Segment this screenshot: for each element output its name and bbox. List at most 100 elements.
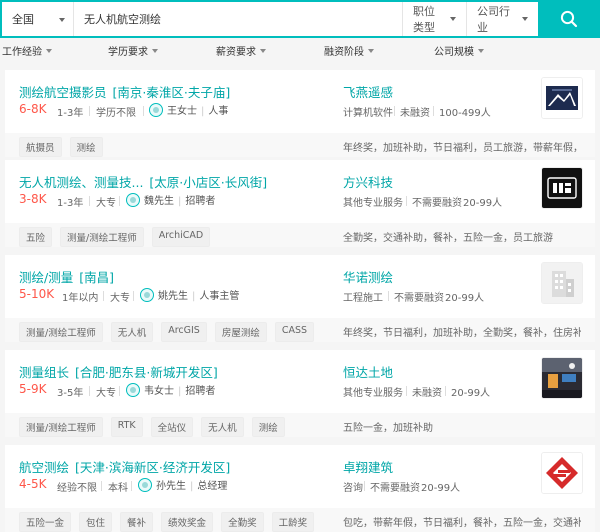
job-title: 航空测绘 xyxy=(19,460,70,475)
company-logo-image xyxy=(542,358,582,398)
company-industry: 计算机软件 xyxy=(343,108,393,119)
company-name-link[interactable]: 飞燕遥感 xyxy=(343,82,393,101)
company-logo[interactable] xyxy=(541,262,583,304)
job-title-link[interactable]: 测绘航空摄影员 [南京·秦淮区·夫子庙] xyxy=(19,82,230,101)
company-industry: 其他专业服务 xyxy=(343,388,403,399)
job-title-link[interactable]: 无人机测绘、测量技... [太原·小店区·长风街] xyxy=(19,172,267,191)
skill-tag: 五险 xyxy=(19,227,53,247)
company-industry: 其他专业服务 xyxy=(343,198,403,209)
skill-tag: ArcGIS xyxy=(161,322,207,342)
divider xyxy=(445,386,446,396)
job-card-main: 无人机测绘、测量技... [太原·小店区·长风街] 3-8K 1-3年 大专 魏先… xyxy=(5,160,595,223)
recruiter-role: 招聘者 xyxy=(178,382,215,397)
job-experience: 1-3年 xyxy=(57,198,84,209)
company-industry: 咨询 xyxy=(343,483,363,494)
job-location: [合肥·肥东县·新城开发区] xyxy=(75,365,218,380)
skill-tag: 航摄员 xyxy=(19,137,62,157)
filter-experience[interactable]: 工作经验 xyxy=(2,43,52,58)
company-logo[interactable] xyxy=(541,357,583,399)
city-select[interactable]: 全国 xyxy=(2,2,74,36)
skill-tag: CASS xyxy=(274,322,315,342)
company-name-link[interactable]: 方兴科技 xyxy=(343,172,393,191)
divider xyxy=(143,106,144,116)
job-experience: 1年以内 xyxy=(62,293,99,304)
skill-tags: 测量/测绘工程师 RTK 全站仪 无人机 测绘 xyxy=(19,417,285,437)
job-card[interactable]: 测绘/测量 [南昌] 5-10K 1年以内 大专 姚先生 人事主管 华诺测绘 工程… xyxy=(5,255,595,342)
recruiter[interactable]: 孙先生 总经理 xyxy=(138,477,227,492)
skill-tags: 测量/测绘工程师 无人机 ArcGIS 房屋测绘 CASS xyxy=(19,322,315,342)
job-title: 测量组长 xyxy=(19,365,70,380)
job-salary: 4-5K xyxy=(19,477,47,491)
job-title-link[interactable]: 测绘/测量 [南昌] xyxy=(19,267,114,286)
recruiter-name: 姚先生 xyxy=(158,291,188,302)
filter-bar: 工作经验 学历要求 薪资要求 融资阶段 公司规模 xyxy=(0,40,600,60)
skill-tag: 全勤奖 xyxy=(221,512,264,532)
caret-down-icon xyxy=(450,17,456,21)
recruiter[interactable]: 王女士 人事 xyxy=(149,102,228,117)
job-card[interactable]: 测绘航空摄影员 [南京·秦淮区·夫子庙] 6-8K 1-3年 学历不限 王女士 人… xyxy=(5,70,595,157)
job-education: 学历不限 xyxy=(96,108,136,119)
company-name-link[interactable]: 华诺测绘 xyxy=(343,267,393,286)
company-name-link[interactable]: 卓翔建筑 xyxy=(343,457,393,476)
skill-tag: 工龄奖 xyxy=(271,512,315,532)
recruiter[interactable]: 姚先生 人事主管 xyxy=(140,287,239,302)
benefits: 全勤奖，交通补助，餐补，五险一金，员工旅游 xyxy=(343,233,553,244)
skill-tags: 航摄员 测绘 xyxy=(19,137,103,157)
company-size: 20-99人 xyxy=(451,388,491,399)
filter-company-size[interactable]: 公司规模 xyxy=(434,43,484,58)
job-card-footer: 五险 测量/测绘工程师 ArchiCAD 全勤奖，交通补助，餐补，五险一金，员工… xyxy=(5,223,595,247)
recruiter[interactable]: 韦女士 招聘者 xyxy=(126,382,215,397)
job-title-link[interactable]: 航空测绘 [天津·滨海新区·经济开发区] xyxy=(19,457,230,476)
recruiter-avatar xyxy=(126,382,140,397)
filter-education[interactable]: 学历要求 xyxy=(108,43,158,58)
company-funding: 不需要融资 xyxy=(412,198,462,209)
job-experience: 1-3年 xyxy=(57,108,84,119)
company-size: 20-99人 xyxy=(421,483,461,494)
divider xyxy=(103,291,104,301)
job-card[interactable]: 测量组长[合肥·肥东县·新城开发区] 5-9K 3-5年 大专 韦女士 招聘者 … xyxy=(5,350,595,437)
company-name-link[interactable]: 恒达土地 xyxy=(343,362,393,381)
search-input[interactable]: 无人机航空测绘 xyxy=(74,2,402,36)
divider xyxy=(131,481,132,491)
divider xyxy=(89,196,90,206)
company-logo[interactable] xyxy=(541,77,583,119)
filter-salary[interactable]: 薪资要求 xyxy=(216,43,266,58)
recruiter-avatar xyxy=(140,287,154,302)
skill-tag: 无人机 xyxy=(110,322,154,342)
recruiter-name: 魏先生 xyxy=(144,196,174,207)
company-logo[interactable] xyxy=(541,452,583,494)
filter-label: 薪资要求 xyxy=(216,47,256,58)
divider xyxy=(119,196,120,206)
company-logo[interactable] xyxy=(541,167,583,209)
search-button[interactable] xyxy=(538,0,600,38)
job-card-main: 航空测绘 [天津·滨海新区·经济开发区] 4-5K 经验不限 本科 孙先生 总经理… xyxy=(5,445,595,508)
divider xyxy=(133,291,134,301)
divider xyxy=(89,106,90,116)
benefits: 年终奖，加班补助，节日福利，员工旅游，带薪年假，五... xyxy=(343,143,581,154)
job-card[interactable]: 无人机测绘、测量技... [太原·小店区·长风街] 3-8K 1-3年 大专 魏先… xyxy=(5,160,595,247)
search-box: 全国 无人机航空测绘 职位类型 公司行业 xyxy=(0,0,538,38)
recruiter-avatar xyxy=(126,192,140,207)
company-logo-image xyxy=(542,168,582,208)
divider xyxy=(433,106,434,116)
divider xyxy=(89,386,90,396)
company-logo-image xyxy=(542,453,582,493)
building-icon xyxy=(542,263,582,303)
job-type-select[interactable]: 职位类型 xyxy=(402,2,466,36)
job-title-link[interactable]: 测量组长 [合肥·肥东县·新城开发区] xyxy=(19,362,218,381)
company-size: 20-99人 xyxy=(445,293,485,304)
company-funding: 未融资 xyxy=(412,388,442,399)
job-title: 无人机测绘、测量技... xyxy=(19,175,144,190)
job-salary: 5-10K xyxy=(19,287,55,301)
caret-down-icon xyxy=(59,18,65,22)
recruiter-role: 总经理 xyxy=(190,477,227,492)
recruiter[interactable]: 魏先生 招聘者 xyxy=(126,192,215,207)
filter-funding[interactable]: 融资阶段 xyxy=(324,43,374,58)
job-card[interactable]: 航空测绘 [天津·滨海新区·经济开发区] 4-5K 经验不限 本科 孙先生 总经理… xyxy=(5,445,595,532)
benefits: 五险一金，加班补助 xyxy=(343,423,433,434)
search-bar: 全国 无人机航空测绘 职位类型 公司行业 xyxy=(0,0,600,38)
job-card-footer: 测量/测绘工程师 无人机 ArcGIS 房屋测绘 CASS 年终奖，节日福利，加… xyxy=(5,318,595,342)
company-size: 20-99人 xyxy=(463,198,503,209)
industry-select[interactable]: 公司行业 xyxy=(466,2,538,36)
filter-label: 工作经验 xyxy=(2,47,42,58)
